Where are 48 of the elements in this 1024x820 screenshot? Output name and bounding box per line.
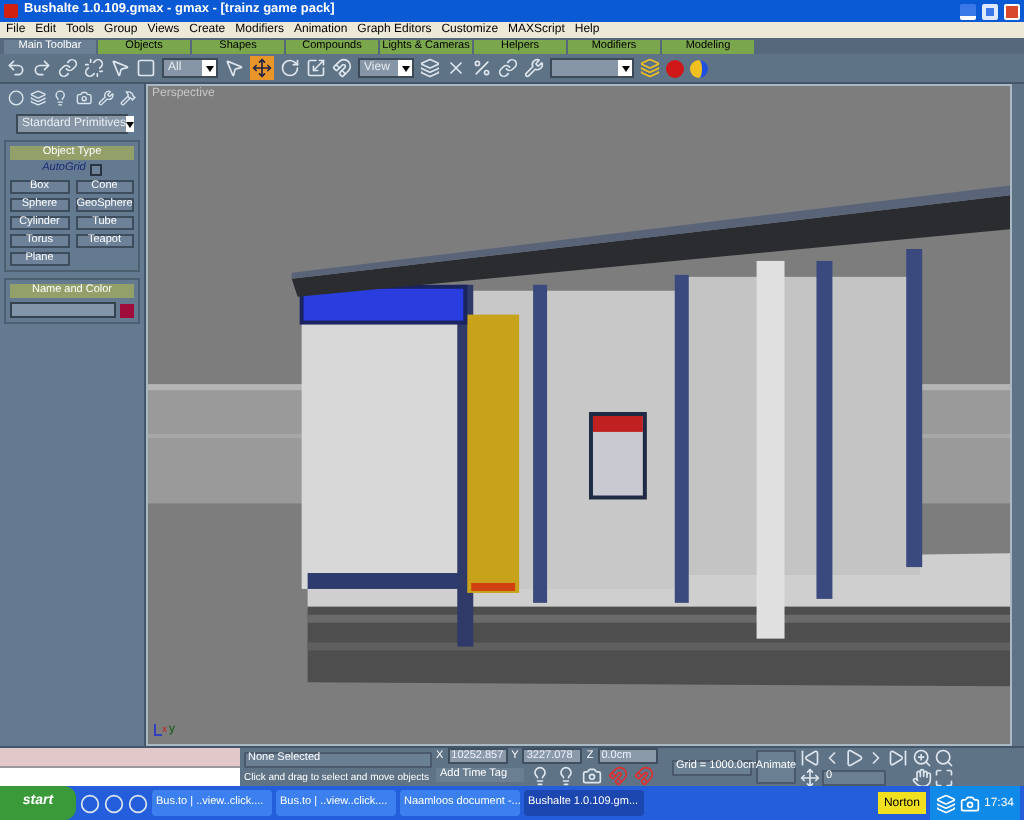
tray-icon[interactable]	[935, 793, 956, 813]
named-selection-dropdown[interactable]	[550, 58, 634, 78]
hand-icon[interactable]	[912, 768, 932, 788]
minimize-button[interactable]	[960, 3, 976, 19]
undo-icon[interactable]	[6, 58, 26, 78]
go-to-end-icon[interactable]	[888, 748, 908, 768]
light-icon[interactable]	[52, 88, 70, 108]
shapes-icon[interactable]	[30, 88, 47, 108]
rotate-icon[interactable]	[280, 58, 300, 78]
zoom-icon[interactable]	[912, 748, 932, 768]
app-logo-icon	[4, 4, 18, 18]
axis-tripod-icon	[154, 724, 162, 736]
wrench-icon[interactable]	[524, 58, 544, 78]
unlink-icon[interactable]	[84, 58, 104, 78]
caret-icon	[618, 60, 632, 76]
layers-icon[interactable]	[420, 58, 440, 78]
tray-icon[interactable]	[959, 793, 980, 813]
bulb-icon[interactable]	[530, 765, 550, 786]
search-icon[interactable]	[934, 748, 954, 768]
move-button[interactable]	[250, 56, 274, 80]
layers-icon[interactable]	[640, 58, 660, 78]
play-icon[interactable]	[844, 748, 864, 768]
cursor-icon[interactable]	[110, 58, 130, 78]
restore-button[interactable]	[982, 3, 998, 19]
caret-icon	[202, 60, 216, 76]
close-button[interactable]	[1004, 3, 1020, 19]
go-to-start-icon[interactable]	[800, 748, 820, 768]
color-swatch[interactable]	[120, 303, 134, 317]
script-listener-field[interactable]	[0, 768, 240, 786]
x-axis-icon[interactable]	[446, 58, 466, 78]
script-listener-field[interactable]	[0, 748, 240, 768]
hammer-icon[interactable]	[119, 88, 137, 108]
bulb-icon[interactable]	[556, 765, 576, 786]
link-icon[interactable]	[58, 58, 78, 78]
wrench-icon[interactable]	[97, 88, 114, 108]
scale-icon[interactable]	[306, 58, 326, 78]
camera-icon[interactable]	[75, 88, 92, 108]
link-icon[interactable]	[498, 58, 518, 78]
percent-icon[interactable]	[472, 58, 492, 78]
caret-icon	[126, 116, 135, 132]
square-icon[interactable]	[136, 58, 156, 78]
color-balls-icon[interactable]	[690, 59, 708, 77]
sphere-icon[interactable]	[8, 88, 25, 108]
camera-icon[interactable]	[582, 765, 602, 786]
cursor-icon[interactable]	[224, 58, 244, 78]
caret-icon	[398, 60, 412, 76]
object-name-field[interactable]	[10, 302, 116, 318]
redo-icon[interactable]	[32, 58, 52, 78]
